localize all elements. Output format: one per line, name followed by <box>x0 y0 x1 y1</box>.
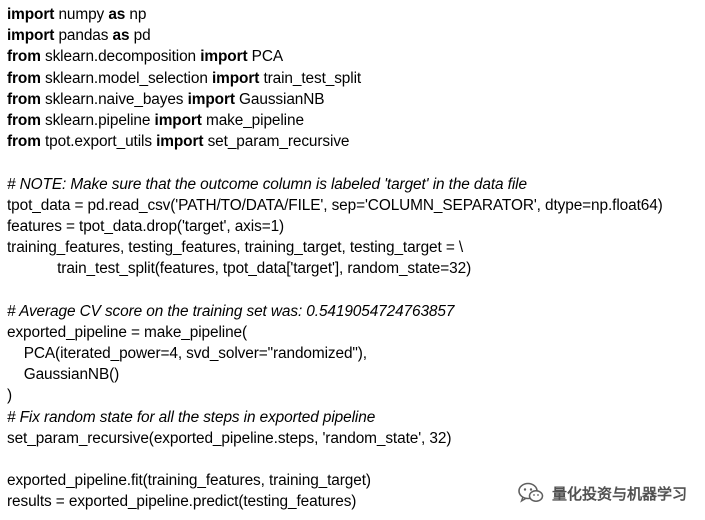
import-name: set_param_recursive <box>203 133 350 151</box>
module-name: sklearn.pipeline <box>40 111 155 129</box>
keyword: import <box>154 111 202 129</box>
code-line: PCA(iterated_power=4, svd_solver="random… <box>7 345 367 362</box>
watermark: 量化投资与机器学习 <box>518 482 687 504</box>
keyword: from <box>7 48 41 66</box>
code-line-import: from sklearn.model_selection import trai… <box>7 68 697 89</box>
code-block: import numpy as np import pandas as pd f… <box>7 4 697 513</box>
code-line: features = tpot_data.drop('target', axis… <box>7 217 285 235</box>
code-line-import: from sklearn.pipeline import make_pipeli… <box>7 110 697 131</box>
keyword: import <box>187 90 235 108</box>
code-line-import: import pandas as pd <box>7 25 697 46</box>
code-line-import: from sklearn.naive_bayes import Gaussian… <box>7 89 697 110</box>
keyword: as <box>108 6 126 23</box>
keyword: import <box>156 133 204 151</box>
code-line: train_test_split(features, tpot_data['ta… <box>7 260 472 278</box>
code-comment: # Average CV score on the training set w… <box>7 302 455 320</box>
import-name: make_pipeline <box>201 111 304 129</box>
code-line: exported_pipeline = make_pipeline( <box>7 323 248 341</box>
wechat-icon <box>518 482 544 504</box>
code-comment: # NOTE: Make sure that the outcome colum… <box>7 175 527 193</box>
code-line-import: from tpot.export_utils import set_param_… <box>7 131 697 152</box>
module-name: tpot.export_utils <box>40 133 157 151</box>
module-name: pandas <box>54 27 113 45</box>
module-name: sklearn.decomposition <box>40 48 201 66</box>
module-name: numpy <box>54 6 109 23</box>
keyword: from <box>7 90 41 108</box>
keyword: import <box>211 69 260 87</box>
keyword: import <box>200 48 248 66</box>
keyword: from <box>7 69 41 87</box>
import-name: pd <box>129 27 151 45</box>
keyword: import <box>7 27 55 45</box>
module-name: sklearn.naive_bayes <box>40 90 188 108</box>
code-line-import: from sklearn.decomposition import PCA <box>7 46 697 67</box>
keyword: from <box>7 111 41 129</box>
import-name: GaussianNB <box>234 90 325 108</box>
code-line: GaussianNB() <box>7 366 120 384</box>
keyword: from <box>7 133 41 151</box>
import-name: PCA <box>247 48 284 66</box>
keyword: import <box>7 6 55 23</box>
import-name: np <box>125 6 147 23</box>
import-name: train_test_split <box>259 69 362 87</box>
keyword: as <box>112 27 130 45</box>
code-line: tpot_data = pd.read_csv('PATH/TO/DATA/FI… <box>7 196 663 214</box>
module-name: sklearn.model_selection <box>40 69 212 87</box>
code-line-import: import numpy as np <box>7 4 697 25</box>
code-line: set_param_recursive(exported_pipeline.st… <box>7 429 452 447</box>
code-comment: # Fix random state for all the steps in … <box>7 408 376 426</box>
code-line: training_features, testing_features, tra… <box>7 239 464 257</box>
watermark-text: 量化投资与机器学习 <box>551 484 687 503</box>
code-line: ) <box>7 387 13 405</box>
